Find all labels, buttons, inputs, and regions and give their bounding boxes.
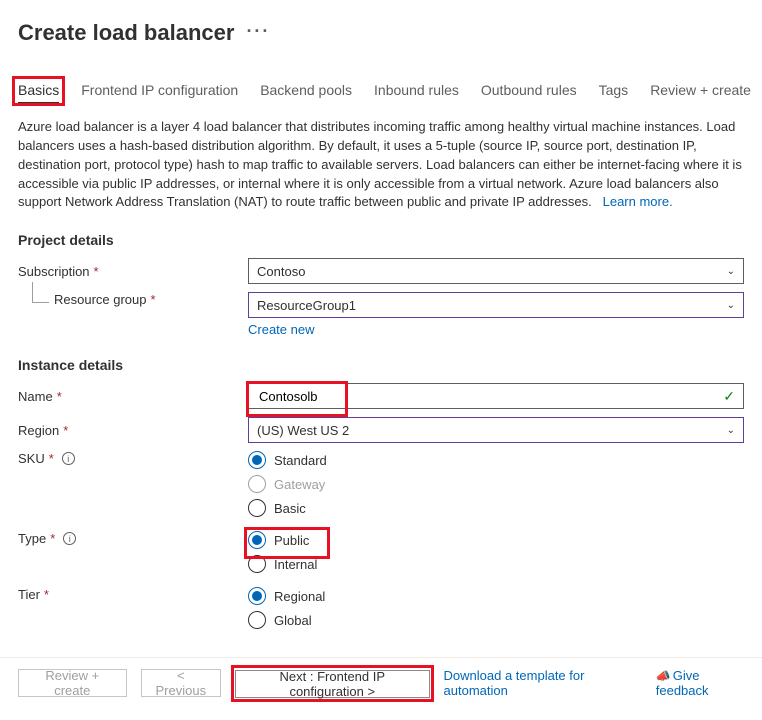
- sku-gateway-label: Gateway: [274, 477, 325, 492]
- tier-global-option[interactable]: Global: [248, 611, 744, 629]
- chevron-down-icon: ⌄: [727, 425, 735, 436]
- required-icon: *: [94, 264, 99, 279]
- radio-icon: [248, 611, 266, 629]
- resource-group-label: Resource group: [54, 292, 147, 307]
- resource-group-select[interactable]: ResourceGroup1 ⌄: [248, 292, 744, 318]
- name-label: Name: [18, 389, 53, 404]
- more-icon[interactable]: ···: [246, 21, 270, 42]
- info-icon[interactable]: i: [63, 532, 76, 545]
- required-icon: *: [63, 423, 68, 438]
- radio-icon: [248, 451, 266, 469]
- create-new-link[interactable]: Create new: [248, 322, 314, 337]
- tab-outbound-rules[interactable]: Outbound rules: [481, 82, 577, 104]
- radio-icon: [248, 499, 266, 517]
- sku-radio-group: Standard Gateway Basic: [248, 451, 744, 517]
- tab-frontend-ip[interactable]: Frontend IP configuration: [81, 82, 238, 104]
- required-icon: *: [50, 531, 55, 546]
- tab-backend-pools[interactable]: Backend pools: [260, 82, 352, 104]
- radio-icon: [248, 555, 266, 573]
- type-public-option[interactable]: Public: [248, 531, 744, 549]
- region-label: Region: [18, 423, 59, 438]
- chevron-down-icon: ⌄: [727, 266, 735, 277]
- page-title: Create load balancer: [18, 20, 234, 46]
- tier-label: Tier: [18, 587, 40, 602]
- learn-more-link[interactable]: Learn more.: [603, 194, 673, 209]
- required-icon: *: [151, 292, 156, 307]
- type-radio-group: Public Internal: [248, 531, 744, 573]
- sku-standard-option[interactable]: Standard: [248, 451, 744, 469]
- tab-basics[interactable]: Basics: [18, 82, 59, 104]
- review-create-button[interactable]: Review + create: [18, 669, 127, 697]
- type-internal-option[interactable]: Internal: [248, 555, 744, 573]
- type-public-label: Public: [274, 533, 309, 548]
- type-internal-label: Internal: [274, 557, 317, 572]
- resource-group-value: ResourceGroup1: [257, 298, 356, 313]
- megaphone-icon: 📣: [656, 669, 671, 683]
- tab-tags[interactable]: Tags: [599, 82, 629, 104]
- tab-review-create[interactable]: Review + create: [650, 82, 751, 104]
- sku-gateway-option[interactable]: Gateway: [248, 475, 744, 493]
- sku-standard-label: Standard: [274, 453, 327, 468]
- name-input[interactable]: [257, 388, 723, 405]
- required-icon: *: [49, 451, 54, 466]
- tier-regional-option[interactable]: Regional: [248, 587, 744, 605]
- description-block: Azure load balancer is a layer 4 load ba…: [18, 118, 744, 212]
- tier-radio-group: Regional Global: [248, 587, 744, 629]
- chevron-down-icon: ⌄: [727, 300, 735, 311]
- region-select[interactable]: (US) West US 2 ⌄: [248, 417, 744, 443]
- info-icon[interactable]: i: [62, 452, 75, 465]
- check-icon: ✓: [723, 388, 735, 405]
- section-project-details: Project details: [18, 232, 744, 248]
- sku-label: SKU: [18, 451, 45, 466]
- required-icon: *: [44, 587, 49, 602]
- required-icon: *: [57, 389, 62, 404]
- next-button[interactable]: Next : Frontend IP configuration >: [235, 670, 430, 698]
- sku-basic-label: Basic: [274, 501, 306, 516]
- give-feedback-link[interactable]: 📣Give feedback: [656, 668, 744, 698]
- subscription-value: Contoso: [257, 264, 305, 279]
- radio-icon: [248, 475, 266, 493]
- footer-bar: Review + create < Previous Next : Fronte…: [0, 657, 762, 708]
- radio-icon: [248, 587, 266, 605]
- region-value: (US) West US 2: [257, 423, 349, 438]
- radio-icon: [248, 531, 266, 549]
- subscription-select[interactable]: Contoso ⌄: [248, 258, 744, 284]
- tier-global-label: Global: [274, 613, 312, 628]
- subscription-label: Subscription: [18, 264, 90, 279]
- section-instance-details: Instance details: [18, 357, 744, 373]
- previous-button[interactable]: < Previous: [141, 669, 222, 697]
- download-template-link[interactable]: Download a template for automation: [444, 668, 628, 698]
- name-input-wrapper: ✓: [248, 383, 744, 409]
- tier-regional-label: Regional: [274, 589, 325, 604]
- sku-basic-option[interactable]: Basic: [248, 499, 744, 517]
- wizard-tabs: Basics Frontend IP configuration Backend…: [18, 82, 744, 104]
- type-label: Type: [18, 531, 46, 546]
- tab-inbound-rules[interactable]: Inbound rules: [374, 82, 459, 104]
